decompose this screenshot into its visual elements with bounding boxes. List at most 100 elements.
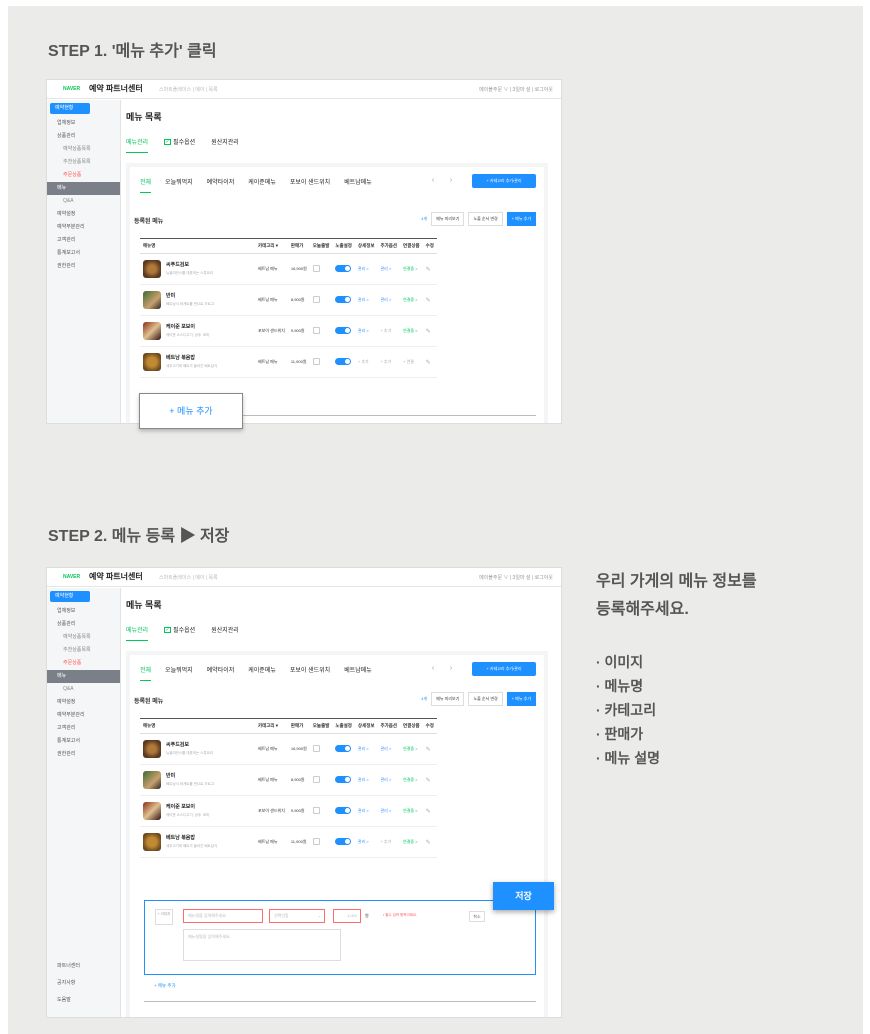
edit-pencil-icon[interactable]: ✎ [422,795,437,827]
edit-pencil-icon[interactable]: ✎ [422,315,437,347]
sidebar-item-stats[interactable]: 통계보고서 [47,735,120,748]
linked-link[interactable]: 연결중 > [400,733,423,765]
breadcrumb[interactable]: 스마트플레이스 | 메이 | 목록 [159,574,218,581]
table-row[interactable]: 케이준 포보이 케이준 소스디고기, 상추, 토마 포보이 샌드위치 9,900원… [140,315,437,347]
edit-pencil-icon[interactable]: ✎ [422,733,437,765]
option-link[interactable]: 관리 > [377,284,401,316]
category-tab[interactable]: 오늘뭐먹지 [165,177,193,193]
detail-link[interactable]: 관리 > [354,826,378,858]
today-checkbox[interactable] [312,838,320,845]
menu-add-button[interactable]: + 메뉴 추가 [506,692,536,706]
category-add-button[interactable]: + 카테고리 추가/관리 [472,174,536,188]
category-tab-all[interactable]: 전체 [140,177,152,193]
order-change-button[interactable]: 노출 순서 변경 [468,212,503,226]
table-row[interactable]: 반미 베트남식 바게트를 반으로 가르고 베트남 메뉴 8,900원 관리 > 관… [140,284,437,316]
option-link[interactable]: + 추가 [377,826,401,858]
category-tab[interactable]: 예약타이저 [207,177,235,193]
edit-pencil-icon[interactable]: ✎ [422,764,437,796]
visibility-toggle[interactable] [335,838,352,845]
category-tab[interactable]: 베트남메뉴 [344,177,372,193]
col-header[interactable]: 카테고리 ▾ [255,718,288,734]
sidebar-item-notice[interactable]: 공지사항 [47,975,121,992]
tab-origin[interactable]: 원산지관리 [211,137,239,153]
sidebar-item-order[interactable]: 주문상품 [47,657,120,670]
sidebar-item-partial[interactable]: 예약부분관리 [47,221,120,234]
category-tab[interactable]: 케이준메뉴 [248,665,276,681]
prev-arrow-icon[interactable]: ‹ [426,662,440,676]
today-checkbox[interactable] [312,358,320,365]
sidebar-item-settings[interactable]: 예약설정 [47,696,120,709]
tab-origin[interactable]: 원산지관리 [211,625,239,641]
table-row[interactable]: 베트남 볶음밥 새우고기와 베트가 들어간 베트남식 베트남 메뉴 11,900원… [140,826,437,858]
add-menu-link[interactable]: + 메뉴 추가 [154,983,176,989]
sidebar-item-qna[interactable]: Q&A [47,683,120,696]
sidebar-item-permission[interactable]: 권한관리 [47,748,120,761]
next-arrow-icon[interactable]: › [444,174,458,188]
sidebar-item-product[interactable]: 상품관리 [47,130,120,143]
category-tab[interactable]: 오늘뭐먹지 [165,665,193,681]
tab-required-option[interactable]: ✓ 필수옵션 [164,137,195,153]
sidebar-item-product-list[interactable]: 예약상품목록 [47,631,120,644]
price-input[interactable]: 1,000 [333,909,361,923]
detail-link[interactable]: 관리 > [354,764,378,796]
linked-link[interactable]: 연결중 > [400,826,423,858]
edit-pencil-icon[interactable]: ✎ [422,826,437,858]
category-add-button[interactable]: + 카테고리 추가/관리 [472,662,536,676]
tab-required-option[interactable]: ✓ 필수옵션 [164,625,195,641]
today-checkbox[interactable] [312,265,320,272]
visibility-toggle[interactable] [335,807,352,814]
sidebar-item-business[interactable]: 업체정보 [47,117,120,130]
category-tab[interactable]: 케이준메뉴 [248,177,276,193]
sidebar-item-help[interactable]: 도움말 [47,992,121,1009]
today-checkbox[interactable] [312,745,320,752]
category-tab[interactable]: 포보이 샌드위치 [290,177,330,193]
sidebar-item-product-list[interactable]: 예약상품목록 [47,143,120,156]
detail-link[interactable]: 관리 > [354,795,378,827]
detail-link[interactable]: 관리 > [354,315,378,347]
sidebar-item-permission[interactable]: 권한관리 [47,260,120,273]
sidebar-item-stats[interactable]: 통계보고서 [47,247,120,260]
linked-link[interactable]: 연결중 > [400,795,423,827]
sidebar-item-menu[interactable]: 메뉴 [47,182,120,195]
visibility-toggle[interactable] [335,265,352,272]
category-tab[interactable]: 베트남메뉴 [344,665,372,681]
prev-arrow-icon[interactable]: ‹ [426,174,440,188]
sidebar-item-settings[interactable]: 예약설정 [47,208,120,221]
sidebar-item-qna[interactable]: Q&A [47,195,120,208]
sidebar-item-recommend[interactable]: 추천상품목록 [47,644,120,657]
sidebar-item-product[interactable]: 상품관리 [47,618,120,631]
save-callout-button[interactable]: 저장 [493,882,554,910]
tab-menu-manage[interactable]: 메뉴관리 [126,137,149,153]
sidebar-item-reservation[interactable]: 예약현황 [50,591,90,602]
sidebar-item-menu[interactable]: 메뉴 [47,670,120,683]
col-header[interactable]: 카테고리 ▾ [255,238,288,254]
option-link[interactable]: + 추가 [377,315,401,347]
detail-link[interactable]: + 추가 [354,346,378,378]
option-link[interactable]: 관리 > [377,764,401,796]
visibility-toggle[interactable] [335,776,352,783]
sidebar-item-customer[interactable]: 고객관리 [47,722,120,735]
today-checkbox[interactable] [312,776,320,783]
sidebar-item-partial[interactable]: 예약부분관리 [47,709,120,722]
detail-link[interactable]: 관리 > [354,253,378,285]
preview-button[interactable]: 메뉴 미리보기 [431,692,465,706]
table-row[interactable]: 씨푸드검보 뉴올리언스를 대표하는 스튜요리 베트남 메뉴 16,900원 관리 … [140,253,437,285]
option-link[interactable]: 관리 > [377,253,401,285]
edit-pencil-icon[interactable]: ✎ [422,284,437,316]
table-row[interactable]: 케이준 포보이 케이준 소스디고기, 상추, 토마 포보이 샌드위치 9,900원… [140,795,437,827]
menu-description-input[interactable]: 메뉴설명을 입력해주세요. [183,929,341,961]
next-arrow-icon[interactable]: › [444,662,458,676]
visibility-toggle[interactable] [335,745,352,752]
option-link[interactable]: 관리 > [377,795,401,827]
tab-menu-manage[interactable]: 메뉴관리 [126,625,149,641]
sidebar-item-reservation[interactable]: 예약현황 [50,103,90,114]
option-link[interactable]: + 추가 [377,346,401,378]
edit-pencil-icon[interactable]: ✎ [422,346,437,378]
menu-add-button[interactable]: + 메뉴 추가 [506,212,536,226]
table-row[interactable]: 씨푸드검보 뉴올리언스를 대표하는 스튜요리 베트남 메뉴 16,900원 관리 … [140,733,437,765]
category-tab[interactable]: 예약타이저 [207,665,235,681]
visibility-toggle[interactable] [335,358,352,365]
image-upload[interactable]: + 이미지 [155,909,173,925]
table-row[interactable]: 베트남 볶음밥 새우고기와 베트가 들어간 베트남식 베트남 메뉴 11,900원… [140,346,437,378]
detail-link[interactable]: 관리 > [354,733,378,765]
